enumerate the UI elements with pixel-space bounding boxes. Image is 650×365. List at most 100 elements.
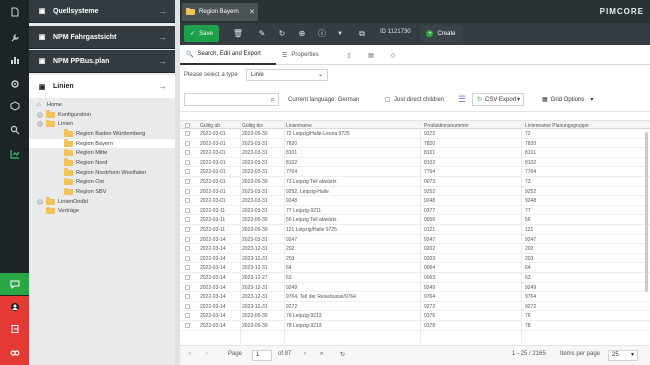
row-checkbox[interactable] [185,207,190,213]
type-select[interactable]: Linie ⌄ [246,69,328,81]
table-row[interactable]: 2022-03-11 2023-06-30 56 Leipzig Tell abwä… [180,215,650,225]
table-row[interactable]: 2022-03-01 2023-03-31 9248 9248 9248 [180,196,650,206]
table-row[interactable]: 2022-03-14 2023-03-31 9247 9247 9247 [180,235,650,245]
row-checkbox[interactable] [185,150,190,156]
tree-node-region-selected[interactable]: Region Bayern [29,138,175,149]
table-row[interactable]: 2022-03-14 2023-12-31 9764, Tell der Reise… [180,292,650,302]
expand-icon[interactable]: + [37,111,43,118]
row-checkbox[interactable] [185,169,190,175]
search-icon[interactable] [0,120,29,140]
row-checkbox[interactable] [185,303,190,309]
chevron-down-icon[interactable]: ▼ [332,25,348,42]
column-header[interactable]: Linienname [286,123,312,129]
share-icon[interactable]: ⧉ [354,25,370,42]
last-page-icon[interactable]: » [320,351,323,357]
create-button[interactable]: + Create [420,25,462,42]
tab-notes[interactable]: ▤ [364,45,378,65]
row-checkbox[interactable] [185,265,190,271]
csv-export-button[interactable]: ↻ CSV Export ▾ [472,93,524,106]
row-checkbox[interactable] [185,294,190,300]
tree-node-vertrage[interactable]: Verträge [29,206,175,217]
file-icon[interactable] [0,2,29,22]
table-row[interactable]: 2022-03-14 2023-12-31 202 0202 202 [180,244,650,254]
prev-page-icon[interactable]: ‹ [206,351,208,357]
chart-download-icon[interactable] [0,144,29,164]
expand-icon[interactable]: + [37,198,43,205]
tree-node-linien[interactable]: − Linien [29,119,175,129]
table-row[interactable]: 2022-03-14 2023-06-30 76 Leipzig-9213 0376 7… [180,311,650,321]
arrow-right-icon[interactable]: → [158,56,167,66]
per-page-select[interactable]: 25 ▾ [608,350,638,361]
column-header[interactable]: Linienname Planungsgruppe [525,123,589,129]
rename-icon[interactable]: ✎ [254,25,270,42]
table-row[interactable]: 2022-03-01 2023-06-30 73 Leipzig Tell abwä… [180,177,650,187]
row-checkbox[interactable] [185,313,190,319]
tree-node-konfiguration[interactable]: + Konfiguration [29,110,175,120]
row-checkbox[interactable] [185,217,190,223]
tree-node-region[interactable]: Region SBV [29,187,175,197]
logout-icon[interactable] [0,318,29,340]
column-header[interactable]: Produktionsnummer [424,123,469,129]
table-row[interactable]: 2022-03-01 2023-03-31 7820 7820 7820 [180,139,650,149]
first-page-icon[interactable]: « [188,351,191,357]
reload-icon[interactable]: ↻ [274,25,290,42]
tab-tags[interactable]: ◇ [386,45,400,65]
arrow-right-icon[interactable]: → [158,6,167,16]
panel-linien[interactable]: ▣ Linien → [29,75,175,98]
tree-node-region[interactable]: Region Nordrhein Westfalen [29,168,175,178]
row-checkbox[interactable] [185,323,190,328]
tab-properties[interactable]: ☰ Properties [282,45,336,65]
table-row[interactable]: 2022-03-01 2023-03-31 9252, Leipzig-Halle 9… [180,187,650,197]
page-input[interactable]: 1 [252,350,272,361]
chat-icon[interactable] [0,273,29,295]
panel-quellsysteme[interactable]: ▣ Quellsysteme → [29,0,175,23]
tree-node-linienondbl[interactable]: + LinienOndbl [29,197,175,207]
user-icon[interactable] [0,296,29,318]
table-row[interactable]: 2022-03-14 2023-12-31 203 0203 203 [180,254,650,264]
target-icon[interactable]: ⊕ [294,25,310,42]
grid-options-button[interactable]: ▦ Grid Options ▾ [542,93,602,106]
table-row[interactable]: 2022-03-14 2023-12-27 63 0063 63 [180,273,650,283]
row-checkbox[interactable] [185,246,190,252]
row-checkbox[interactable] [185,236,190,242]
table-row[interactable]: 2022-03-11 2023-03-31 77 Leipzig-9211 0377 7… [180,206,650,216]
tree-node-region[interactable]: Region Ost [29,177,175,188]
table-row[interactable]: 2022-03-14 2023-12-31 9249 9249 9249 [180,283,650,293]
table-row[interactable]: 2022-03-01 2023-06-30 72 Leipzig/Halle-Leu… [180,129,650,139]
tab-region-bayern[interactable]: Region Bayern ✕ [182,3,258,21]
row-checkbox[interactable] [185,255,190,261]
info-icon[interactable]: ⓘ [314,25,330,42]
row-checkbox[interactable] [185,179,190,184]
bar-chart-icon[interactable] [0,50,29,70]
search-input[interactable]: ⌕ [184,93,279,106]
tree-node-region[interactable]: Region Baden Württemberg [29,129,175,139]
tree-node-region[interactable]: Region Nord [29,158,175,168]
arrow-right-icon[interactable]: → [158,32,167,42]
column-header[interactable]: Gültig bis [242,123,263,129]
delete-icon[interactable]: 🗑 [230,25,246,42]
tab-bookmark[interactable]: ▯ [342,45,356,65]
row-checkbox[interactable] [185,284,190,290]
column-header[interactable]: Gültig ab [200,123,220,129]
table-row[interactable]: 2022-03-01 2023-03-31 8101 8101 8101 [180,148,650,158]
cube-icon[interactable] [0,96,29,116]
row-checkbox[interactable] [185,198,190,204]
tab-search-edit-export[interactable]: 🔍 Search, Edit and Export [180,45,276,65]
panel-npm-ppbus[interactable]: ▣ NPM PPBus.plan → [29,50,175,73]
row-checkbox[interactable] [185,188,190,194]
row-checkbox[interactable] [185,159,190,165]
row-checkbox[interactable] [185,275,190,280]
table-row[interactable]: 2022-03-11 2023-06-30 121 Leipzig/Halle 97… [180,225,650,235]
next-page-icon[interactable]: › [304,351,306,357]
close-icon[interactable]: ✕ [249,8,255,16]
row-checkbox[interactable] [185,227,190,232]
tree-node-region[interactable]: Region Mitte [29,148,175,158]
arrow-right-icon[interactable]: → [158,81,167,91]
row-checkbox[interactable] [185,131,190,136]
save-button[interactable]: ✓ Save [184,25,219,42]
wrench-icon[interactable] [0,28,29,48]
table-row[interactable]: 2022-03-14 2023-06-30 78 Leipzig-9213 0378 7… [180,321,650,331]
columns-icon[interactable]: ☰ [458,94,466,105]
settings-icon[interactable] [0,74,29,94]
select-all-checkbox[interactable] [185,122,190,128]
